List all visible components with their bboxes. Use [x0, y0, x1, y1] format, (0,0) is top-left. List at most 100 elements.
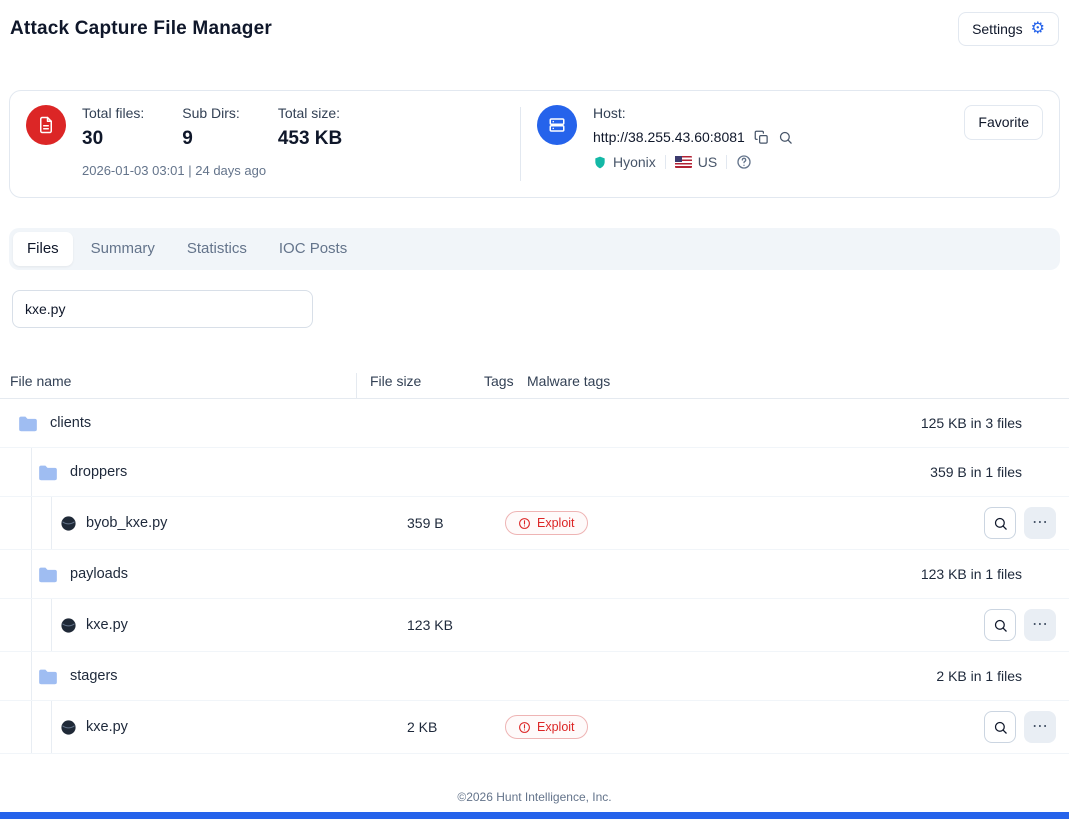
footer-copyright: ©2026 Hunt Intelligence, Inc.	[0, 790, 1069, 804]
file-icon	[60, 515, 77, 532]
stat-value: 9	[182, 128, 240, 150]
table-header: File name File size Tags Malware tags	[0, 368, 1069, 399]
indent-guide	[31, 701, 32, 753]
search-host-button[interactable]	[778, 130, 793, 145]
more-actions-button[interactable]: ⋯	[1024, 507, 1056, 539]
file-search-input[interactable]	[12, 290, 313, 328]
favorite-button[interactable]: Favorite	[964, 105, 1043, 140]
folder-name: stagers	[70, 668, 118, 684]
divider	[665, 155, 666, 169]
folder-name: droppers	[70, 464, 127, 480]
file-name: byob_kxe.py	[86, 515, 167, 531]
tab-statistics[interactable]: Statistics	[173, 232, 261, 266]
folder-row[interactable]: payloads 123 KB in 1 files	[0, 550, 1069, 599]
stats-row: Total files: 30 Sub Dirs: 9 Total size: …	[82, 105, 342, 150]
indent-guide	[31, 550, 32, 598]
gear-icon: ⚙	[1031, 21, 1045, 37]
indent-guide	[31, 497, 32, 549]
view-file-button[interactable]	[984, 609, 1016, 641]
file-icon	[60, 719, 77, 736]
column-header-file-size[interactable]: File size	[370, 373, 421, 389]
copy-icon	[754, 130, 769, 145]
folder-summary: 123 KB in 1 files	[921, 566, 1022, 582]
stat-label: Total size:	[278, 105, 342, 121]
hosting-provider[interactable]: Hyonix	[593, 154, 656, 170]
ellipsis-icon: ⋯	[1032, 719, 1048, 735]
ellipsis-icon: ⋯	[1032, 617, 1048, 633]
folder-name: payloads	[70, 566, 128, 582]
host-country: US	[675, 154, 717, 170]
folder-row[interactable]: stagers 2 KB in 1 files	[0, 652, 1069, 701]
view-file-button[interactable]	[984, 507, 1016, 539]
file-row[interactable]: kxe.py 2 KB Exploit ⋯	[0, 701, 1069, 754]
folder-icon	[38, 464, 58, 481]
settings-button-label: Settings	[972, 21, 1023, 38]
magnifier-icon	[778, 130, 793, 145]
column-header-file-name[interactable]: File name	[10, 373, 71, 389]
stat-label: Total files:	[82, 105, 144, 121]
folder-summary: 359 B in 1 files	[930, 464, 1022, 480]
stat-label: Sub Dirs:	[182, 105, 240, 121]
ellipsis-icon: ⋯	[1032, 515, 1048, 531]
host-label: Host:	[593, 105, 793, 121]
row-actions: ⋯	[984, 507, 1056, 539]
magnifier-icon	[993, 618, 1008, 633]
divider	[726, 155, 727, 169]
page-title: Attack Capture File Manager	[10, 18, 272, 40]
indent-guide	[51, 497, 52, 549]
host-section: Host: http://38.255.43.60:8081	[521, 105, 1043, 183]
magnifier-icon	[993, 516, 1008, 531]
stat-total-files: Total files: 30	[82, 105, 144, 150]
copy-url-button[interactable]	[754, 130, 769, 145]
help-button[interactable]	[736, 154, 752, 170]
column-resize-handle[interactable]	[356, 373, 357, 398]
more-actions-button[interactable]: ⋯	[1024, 609, 1056, 641]
row-actions: ⋯	[984, 711, 1056, 743]
tab-files[interactable]: Files	[13, 232, 73, 266]
bottom-accent-bar	[0, 812, 1069, 819]
overview-card: Total files: 30 Sub Dirs: 9 Total size: …	[9, 90, 1060, 198]
tag-label: Exploit	[537, 516, 575, 530]
file-name: kxe.py	[86, 719, 128, 735]
indent-guide	[51, 599, 52, 651]
more-actions-button[interactable]: ⋯	[1024, 711, 1056, 743]
view-file-button[interactable]	[984, 711, 1016, 743]
provider-name: Hyonix	[613, 154, 656, 170]
folder-summary: 2 KB in 1 files	[936, 668, 1022, 684]
magnifier-icon	[993, 720, 1008, 735]
tab-bar: Files Summary Statistics IOC Posts	[9, 228, 1060, 270]
question-icon	[736, 154, 752, 170]
column-header-tags[interactable]: Tags	[484, 373, 514, 389]
indent-guide	[31, 652, 32, 700]
capture-file-icon	[26, 105, 66, 145]
indent-guide	[31, 448, 32, 496]
us-flag-icon	[675, 156, 692, 168]
page-header: Attack Capture File Manager Settings ⚙	[0, 0, 1069, 46]
provider-shield-icon	[593, 155, 607, 170]
folder-name: clients	[50, 415, 91, 431]
file-size: 2 KB	[407, 719, 437, 735]
settings-button[interactable]: Settings ⚙	[958, 12, 1059, 47]
tab-summary[interactable]: Summary	[77, 232, 169, 266]
file-row[interactable]: kxe.py 123 KB ⋯	[0, 599, 1069, 652]
file-icon	[60, 617, 77, 634]
stat-value: 453 KB	[278, 128, 342, 150]
column-header-malware-tags[interactable]: Malware tags	[527, 373, 610, 389]
folder-row[interactable]: clients 125 KB in 3 files	[0, 399, 1069, 448]
row-actions: ⋯	[984, 609, 1056, 641]
folder-icon	[38, 566, 58, 583]
tab-ioc-posts[interactable]: IOC Posts	[265, 232, 361, 266]
stat-total-size: Total size: 453 KB	[278, 105, 342, 150]
file-table: File name File size Tags Malware tags cl…	[0, 368, 1069, 754]
file-name: kxe.py	[86, 617, 128, 633]
alert-circle-icon	[518, 517, 531, 530]
file-row[interactable]: byob_kxe.py 359 B Exploit ⋯	[0, 497, 1069, 550]
folder-row[interactable]: droppers 359 B in 1 files	[0, 448, 1069, 497]
indent-guide	[51, 701, 52, 753]
stat-value: 30	[82, 128, 144, 150]
tag-label: Exploit	[537, 720, 575, 734]
folder-icon	[18, 415, 38, 432]
tag-badge[interactable]: Exploit	[505, 715, 588, 739]
tag-badge[interactable]: Exploit	[505, 511, 588, 535]
file-size: 123 KB	[407, 617, 453, 633]
